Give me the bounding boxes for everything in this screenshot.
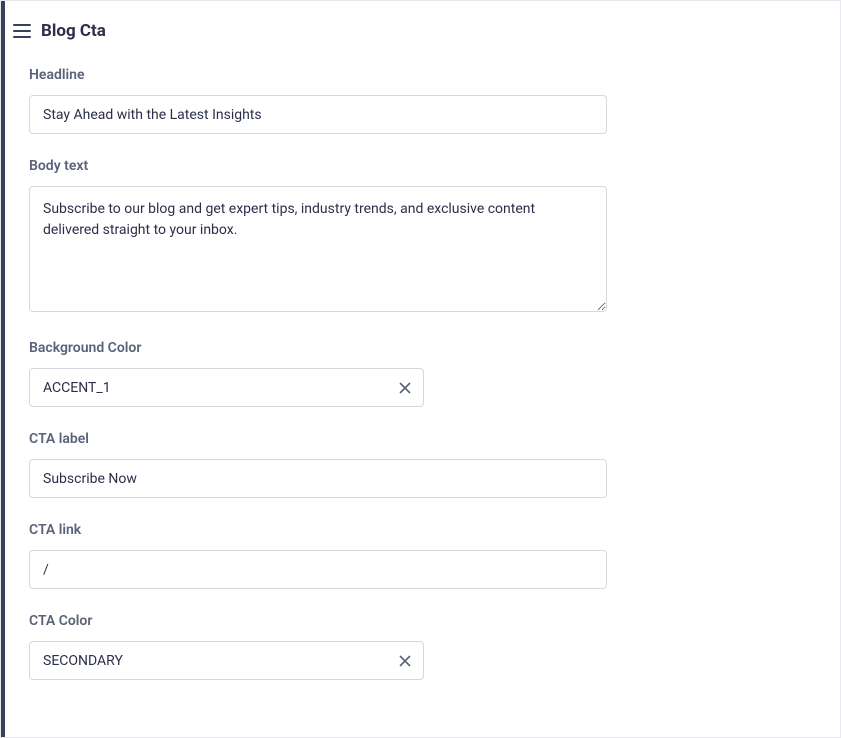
- field-body-text: Body text: [29, 158, 607, 316]
- close-icon: [399, 655, 411, 667]
- cta-label-label: CTA label: [29, 431, 607, 447]
- headline-label: Headline: [29, 67, 607, 83]
- background-color-select[interactable]: ACCENT_1: [29, 368, 424, 407]
- cta-label-input[interactable]: [29, 459, 607, 498]
- background-color-label: Background Color: [29, 340, 607, 356]
- field-headline: Headline: [29, 67, 607, 134]
- field-cta-label: CTA label: [29, 431, 607, 498]
- cta-color-select-wrapper: SECONDARY: [29, 641, 424, 680]
- menu-icon[interactable]: [13, 24, 31, 38]
- page-title: Blog Cta: [41, 21, 106, 41]
- background-color-clear-button[interactable]: [396, 379, 414, 397]
- body-text-label: Body text: [29, 158, 607, 174]
- blog-cta-panel: Blog Cta Headline Body text Background C…: [0, 0, 841, 738]
- cta-color-select[interactable]: SECONDARY: [29, 641, 424, 680]
- headline-input[interactable]: [29, 95, 607, 134]
- body-text-input[interactable]: [29, 186, 607, 312]
- field-background-color: Background Color ACCENT_1: [29, 340, 607, 407]
- field-cta-link: CTA link: [29, 522, 607, 589]
- panel-header: Blog Cta: [1, 1, 840, 55]
- accent-bar: [1, 1, 5, 737]
- background-color-select-wrapper: ACCENT_1: [29, 368, 424, 407]
- cta-link-input[interactable]: [29, 550, 607, 589]
- close-icon: [399, 382, 411, 394]
- cta-link-label: CTA link: [29, 522, 607, 538]
- field-cta-color: CTA Color SECONDARY: [29, 613, 607, 680]
- cta-color-clear-button[interactable]: [396, 652, 414, 670]
- cta-color-label: CTA Color: [29, 613, 607, 629]
- form-content: Headline Body text Background Color ACCE…: [1, 55, 623, 724]
